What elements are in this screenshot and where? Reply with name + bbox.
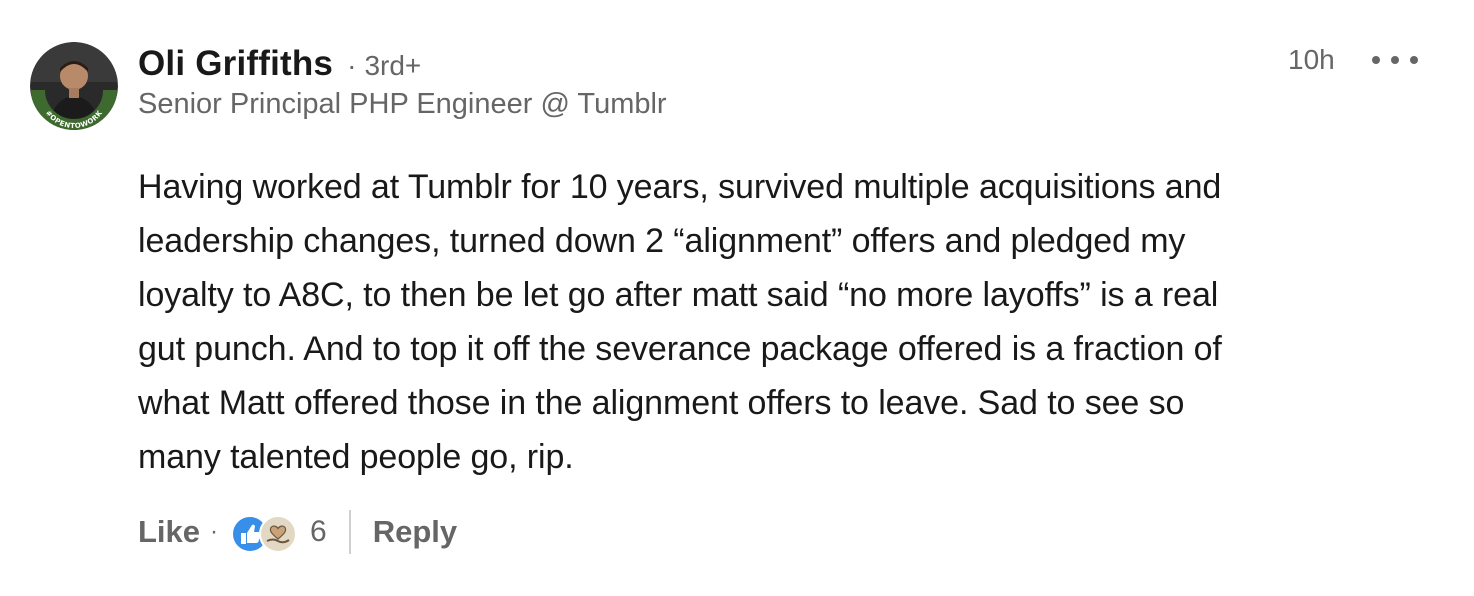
- comment-text-line: Having worked at Tumblr for 10 years, su…: [138, 168, 1222, 206]
- author-headline: Senior Principal PHP Engineer @ Tumblr: [138, 88, 667, 120]
- comment-timestamp: 10h: [1288, 44, 1335, 75]
- degree-separator: ·: [347, 50, 357, 81]
- reply-button[interactable]: Reply: [373, 514, 457, 550]
- comment-text-line: what Matt offered those in the alignment…: [138, 384, 1185, 422]
- comment-text-line: loyalty to A8C, to then be let go after …: [138, 276, 1219, 314]
- author-name[interactable]: Oli Griffiths: [138, 44, 333, 84]
- reactions-summary[interactable]: [230, 512, 300, 553]
- comment-header: Oli Griffiths · 3rd+ Senior Principal PH…: [138, 44, 1474, 121]
- actions-separator: ·: [210, 518, 219, 545]
- comment-text-line: gut punch. And to top it off the severan…: [138, 330, 1222, 368]
- comment-text-line: many talented people go, rip.: [138, 438, 574, 476]
- comment-text: Having worked at Tumblr for 10 years, su…: [138, 160, 1438, 484]
- comment-actions: Like · 6 Reply: [138, 508, 457, 556]
- ellipsis-dot: [1391, 56, 1399, 64]
- ellipsis-icon: [1372, 56, 1380, 64]
- reaction-count[interactable]: 6: [310, 515, 327, 549]
- more-options-button[interactable]: [1372, 46, 1418, 74]
- like-button[interactable]: Like: [138, 514, 200, 550]
- author-avatar[interactable]: #OPENTOWORK: [30, 42, 118, 130]
- actions-divider: [348, 510, 351, 554]
- support-reaction-icon: [259, 515, 298, 553]
- author-name-line: Oli Griffiths · 3rd+: [138, 44, 1474, 84]
- comment-text-line: leadership changes, turned down 2 “align…: [138, 222, 1186, 260]
- ellipsis-dot: [1410, 56, 1418, 64]
- connection-degree: 3rd+: [364, 50, 422, 81]
